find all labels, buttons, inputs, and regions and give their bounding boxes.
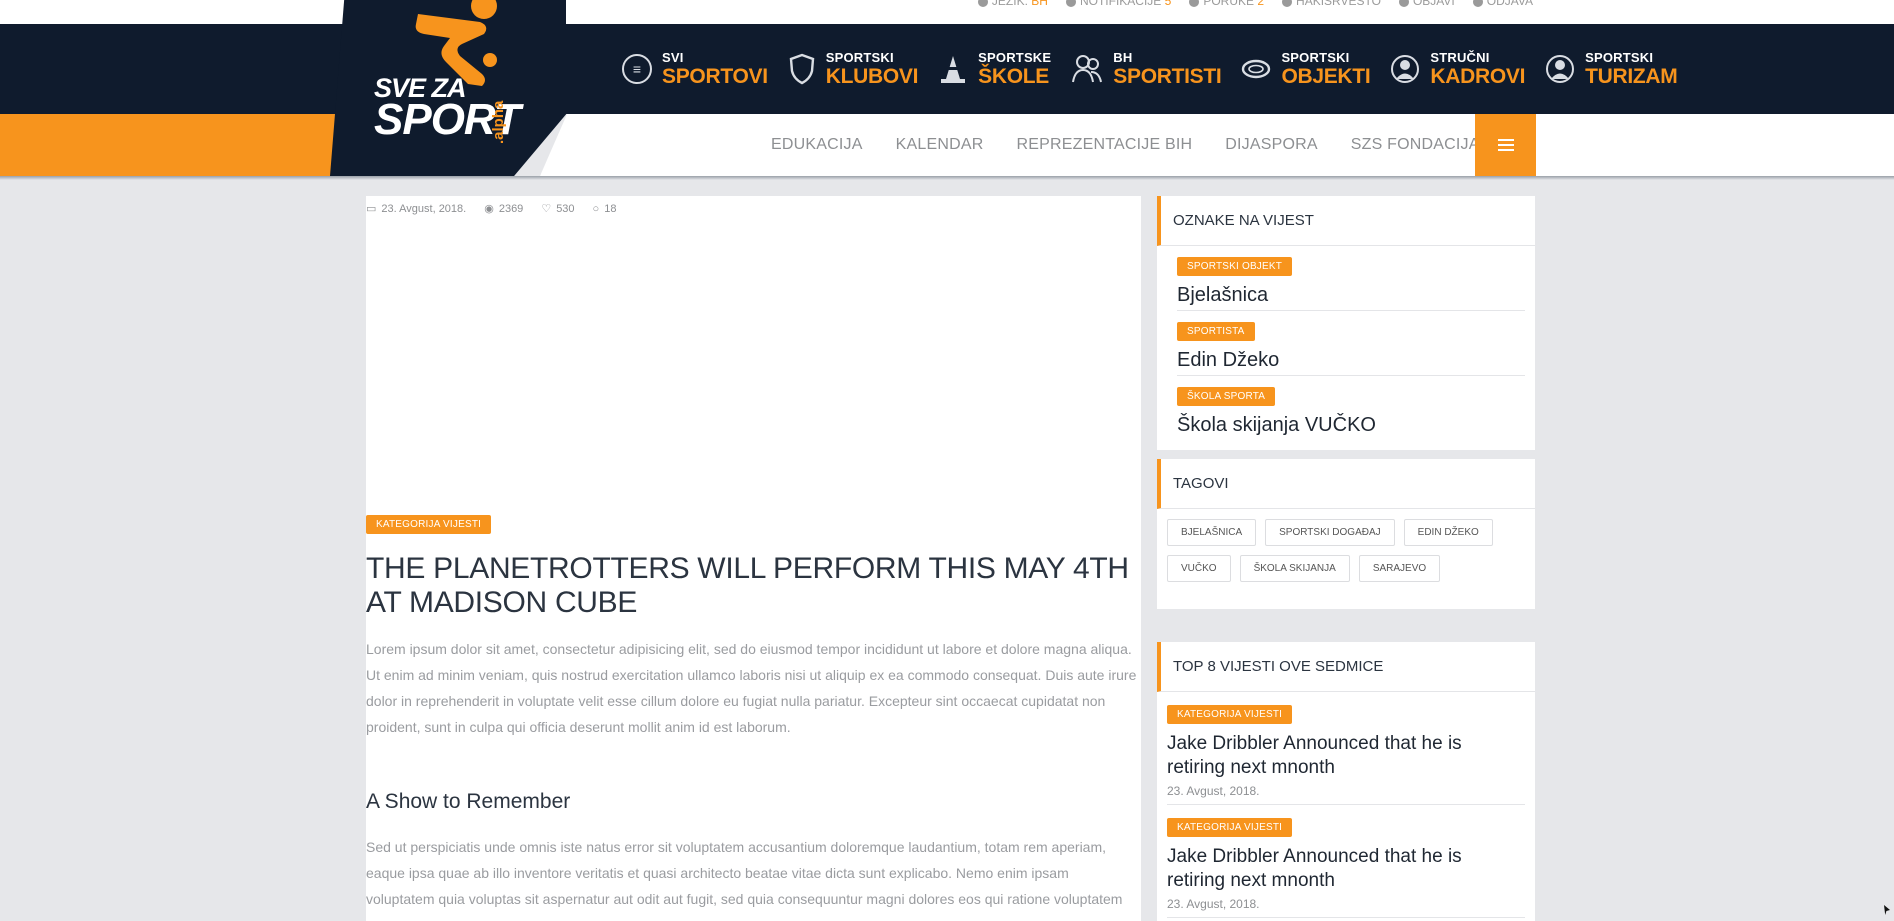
article-category-badge[interactable]: KATEGORIJA VIJESTI [366,515,492,534]
top-utility-bar: JEZIK: BH NOTIFIKACIJE 5 PORUKE 2 HAKISR… [0,0,1894,24]
nav-reprezentacije[interactable]: REPREZENTACIJE BIH [1016,136,1192,154]
calendar-icon: ▭ [366,203,377,215]
nav-kalendar[interactable]: KALENDAR [896,136,984,154]
nav-sportski-turizam[interactable]: SPORTSKI TURIZAM [1545,51,1678,87]
oznake-item[interactable]: ŠKOLA SPORTA Škola skijanja VUČKO [1177,376,1525,441]
mouse-cursor [1884,905,1890,915]
language-selector[interactable]: JEZIK: BH [977,0,1048,8]
tagovi-panel-title: TAGOVI [1157,459,1535,509]
notifications-link[interactable]: NOTIFIKACIJE 5 [1065,0,1171,8]
tag-chip[interactable]: VUČKO [1167,555,1231,582]
tag-chip[interactable]: SARAJEVO [1358,555,1441,582]
article-views: ◉ 2369 [484,202,524,216]
plus-icon [1398,0,1409,7]
comment-icon: ○ [592,202,600,215]
top8-panel: TOP 8 VIJESTI OVE SEDMICE KATEGORIJA VIJ… [1157,642,1535,921]
orange-accent-strip [0,114,355,176]
nav-bh-sportisti[interactable]: BH SPORTISTI [1071,51,1222,87]
cone-icon [941,56,966,83]
article-paragraph: Sed ut perspiciatis unde omnis iste natu… [366,839,1123,907]
nav-dijaspora[interactable]: DIJASPORA [1225,136,1318,154]
nav-strucni-kadrovi[interactable]: STRUČNI KADROVI [1390,51,1525,87]
nav-svi-sportovi[interactable]: ≡ SVI SPORTOVI [622,51,768,87]
hamburger-icon [1497,139,1514,151]
eye-icon: ◉ [484,203,494,215]
envelope-icon [1189,0,1200,7]
oznake-item-name: Škola skijanja VUČKO [1177,414,1376,436]
nav-sportski-klubovi[interactable]: SPORTSKI KLUBOVI [788,51,918,87]
bell-icon [1065,0,1076,7]
category-nav: ≡ SVI SPORTOVI SPORTSKI KLUBOVI SPORTSKE ŠK… [622,24,1678,114]
heart-icon: ♡ [541,203,552,215]
tag-list: BJELAŠNICA SPORTSKI DOGAĐAJ EDIN DŽEKO V… [1157,509,1535,582]
article-title: THE PLANETROTTERS WILL PERFORM THIS MAY … [366,552,1129,619]
oznake-item[interactable]: SPORTISTA Edin Džeko [1177,311,1525,376]
nav-sportske-skole[interactable]: SPORTSKE ŠKOLE [938,51,1051,87]
shield-icon [789,53,815,85]
oznake-item-name: Bjelašnica [1177,284,1269,306]
tag-chip[interactable]: EDIN DŽEKO [1403,519,1493,546]
news-date: 23. Avgust, 2018. [1167,897,1260,911]
stadium-icon [1242,59,1271,79]
article-paragraph: Lorem ipsum dolor sit amet, consectetur … [366,641,1137,735]
list-icon: ≡ [622,54,652,84]
news-date: 23. Avgust, 2018. [1167,784,1260,798]
article-subheading: A Show to Remember [366,790,571,813]
user-icon [1282,0,1293,7]
tag-chip[interactable]: ŠKOLA SKIJANJA [1239,555,1350,582]
tagovi-panel: TAGOVI BJELAŠNICA SPORTSKI DOGAĐAJ EDIN … [1157,459,1535,609]
news-category-badge[interactable]: KATEGORIJA VIJESTI [1167,818,1293,837]
nav-shadow [0,176,1894,180]
tag-chip[interactable]: SPORTSKI DOGAĐAJ [1265,519,1395,546]
hamburger-menu-button[interactable] [1475,114,1536,176]
top8-panel-title: TOP 8 VIJESTI OVE SEDMICE [1157,642,1535,692]
oznake-item-badge: SPORTISTA [1177,322,1255,341]
article-likes[interactable]: ♡ 530 [541,202,574,216]
top-utility-links: JEZIK: BH NOTIFIKACIJE 5 PORUKE 2 HAKISR… [977,0,1533,8]
news-title[interactable]: Jake Dribbler Announced that he is retir… [1167,732,1525,780]
article-comments[interactable]: ○ 18 [593,202,617,215]
messages-link[interactable]: PORUKE 2 [1189,0,1264,8]
oznake-item-name: Edin Džeko [1177,349,1280,371]
athlete-icon [1072,55,1103,83]
publish-link[interactable]: OBJAVI [1398,0,1455,8]
tag-chip[interactable]: BJELAŠNICA [1167,519,1257,546]
news-item[interactable]: KATEGORIJA VIJESTI Jake Dribbler Announc… [1167,805,1525,918]
person-icon [1546,55,1575,83]
logout-link[interactable]: ODJAVA [1472,0,1533,8]
nav-sportski-objekti[interactable]: SPORTSKI OBJEKTI [1241,51,1371,87]
globe-icon [977,0,988,7]
article-date: ▭ 23. Avgust, 2018. [366,202,467,216]
nav-szs-fondacija[interactable]: SZS FONDACIJA [1351,136,1480,154]
oznake-item-badge: SPORTSKI OBJEKT [1177,257,1293,276]
news-title[interactable]: Jake Dribbler Announced that he is retir… [1167,845,1525,893]
secondary-nav: EDUKACIJA KALENDAR REPREZENTACIJE BIH DI… [771,114,1480,176]
article-meta: ▭ 23. Avgust, 2018. ◉ 2369 ♡ 530 ○ 18 [366,202,617,216]
logout-icon [1472,0,1483,7]
oznake-item-badge: ŠKOLA SPORTA [1177,387,1276,406]
person-icon [1391,55,1420,83]
nav-edukacija[interactable]: EDUKACIJA [771,136,863,154]
oznake-panel-title: OZNAKE NA VIJEST [1157,196,1535,246]
logo-alpha-suffix: .alpha [490,100,507,144]
oznake-panel: OZNAKE NA VIJEST SPORTSKI OBJEKT Bjelašn… [1157,196,1535,450]
news-item[interactable]: KATEGORIJA VIJESTI Jake Dribbler Announc… [1167,692,1525,805]
oznake-item[interactable]: SPORTSKI OBJEKT Bjelašnica [1177,246,1525,311]
news-category-badge[interactable]: KATEGORIJA VIJESTI [1167,705,1293,724]
article-card: ▭ 23. Avgust, 2018. ◉ 2369 ♡ 530 ○ 18 KATEGO… [366,196,1141,921]
user-link[interactable]: HAKISRVESTO [1282,0,1381,8]
